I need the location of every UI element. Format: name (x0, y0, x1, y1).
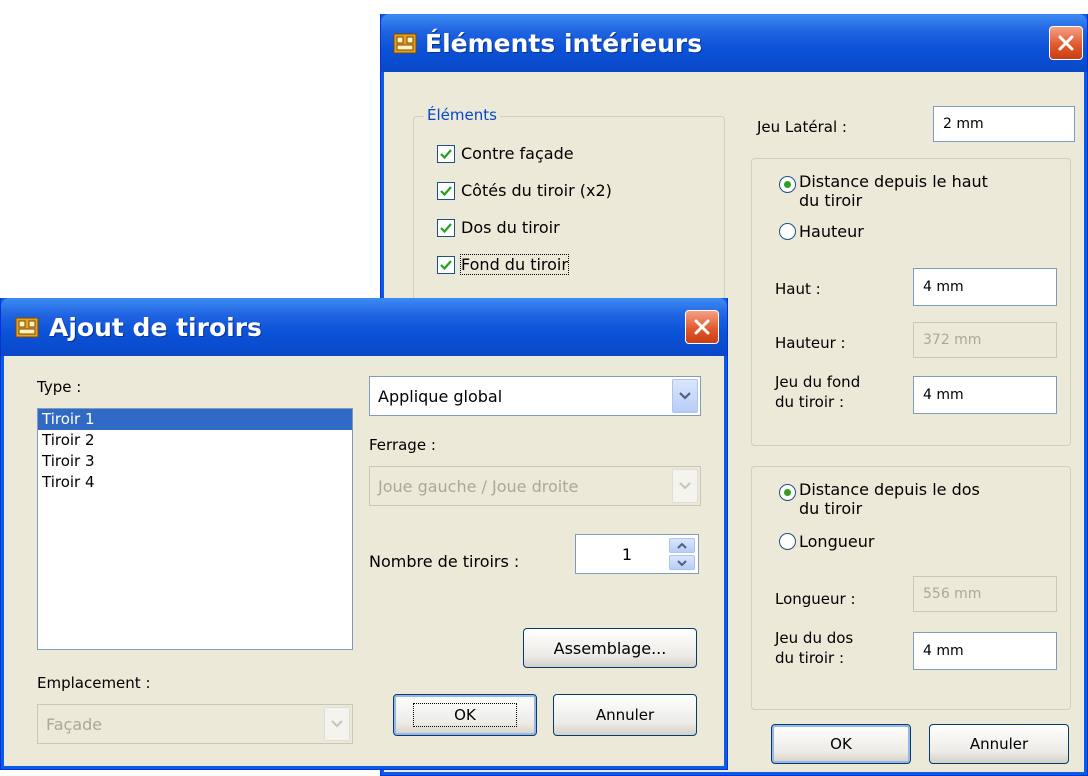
chevron-down-icon (331, 720, 343, 728)
ferrage-dropdown: Joue gauche / Joue droite (369, 466, 701, 506)
radio-label-line2: du tiroir (799, 499, 863, 518)
checkbox-fond-tiroir[interactable]: Fond du tiroir (437, 254, 569, 275)
type-label: Type : (37, 378, 82, 396)
jeu-dos-field[interactable]: 4 mm (913, 632, 1057, 670)
ok-button[interactable]: OK (393, 694, 537, 736)
radio-longueur[interactable]: Longueur (779, 532, 874, 551)
emplacement-value: Façade (46, 714, 103, 734)
checkbox-box[interactable] (437, 255, 455, 274)
checkmark-icon (440, 259, 452, 270)
jeu-dos-label-line2: du tiroir : (775, 649, 845, 667)
list-item[interactable]: Tiroir 3 (38, 451, 352, 472)
jeu-dos-label: Jeu du dos du tiroir : (775, 628, 853, 668)
list-item[interactable]: Tiroir 1 (38, 409, 352, 430)
radio-label: Longueur (799, 532, 875, 551)
ok-button[interactable]: OK (771, 724, 911, 764)
hauteur-field: 372 mm (913, 322, 1057, 358)
applique-value: Applique global (378, 386, 503, 406)
close-button[interactable] (685, 310, 719, 344)
longueur-label: Longueur : (775, 590, 856, 608)
checkbox-label: Dos du tiroir (461, 218, 560, 237)
radio-label: Distance depuis le haut du tiroir (799, 172, 988, 210)
list-item[interactable]: Tiroir 4 (38, 472, 352, 493)
ok-label: OK (413, 703, 517, 727)
nombre-stepper[interactable]: 1 (575, 534, 699, 574)
applique-dropdown[interactable]: Applique global (369, 376, 701, 416)
checkbox-contre-facade[interactable]: Contre façade (437, 144, 574, 163)
assemblage-button[interactable]: Assemblage... (523, 628, 697, 668)
checkmark-icon (440, 185, 452, 196)
radio-circle[interactable] (779, 176, 796, 193)
tiroirs-dialog-titlebar[interactable]: Ajout de tiroirs (1, 298, 727, 356)
radio-label-line1: Distance depuis le haut (799, 172, 988, 191)
radio-circle[interactable] (779, 484, 796, 501)
chevron-up-icon (677, 542, 687, 549)
tiroir-list[interactable]: Tiroir 1 Tiroir 2 Tiroir 3 Tiroir 4 (37, 408, 353, 650)
jeu-fond-label-line2: du tiroir : (775, 393, 845, 411)
cancel-button[interactable]: Annuler (929, 724, 1069, 764)
haut-field[interactable]: 4 mm (913, 268, 1057, 306)
spin-up[interactable] (669, 538, 695, 553)
checkbox-box[interactable] (437, 218, 455, 237)
radio-hauteur[interactable]: Hauteur (779, 222, 864, 241)
ferrage-label: Ferrage : (369, 436, 436, 454)
longueur-field: 556 mm (913, 576, 1057, 612)
hauteur-label: Hauteur : (775, 334, 846, 352)
radio-distance-haut[interactable]: Distance depuis le haut du tiroir (779, 172, 988, 210)
checkbox-box[interactable] (437, 144, 455, 163)
app-icon (393, 33, 417, 54)
chevron-down-icon (677, 559, 687, 566)
elements-dialog-titlebar[interactable]: Éléments intérieurs (381, 14, 1087, 72)
radio-label: Distance depuis le dos du tiroir (799, 480, 980, 518)
elements-dialog-title: Éléments intérieurs (425, 28, 703, 58)
list-item[interactable]: Tiroir 2 (38, 430, 352, 451)
dropdown-arrow (324, 707, 350, 741)
checkbox-cotes-tiroir[interactable]: Côtés du tiroir (x2) (437, 181, 612, 200)
checkbox-label: Contre façade (461, 144, 574, 163)
tiroirs-dialog-client: Type : Tiroir 1 Tiroir 2 Tiroir 3 Tiroir… (5, 356, 723, 765)
checkbox-label: Fond du tiroir (460, 254, 569, 275)
elements-group-title: Éléments (424, 106, 500, 124)
close-button[interactable] (1049, 26, 1083, 60)
checkbox-label: Côtés du tiroir (x2) (461, 181, 612, 200)
jeu-lateral-label: Jeu Latéral : (757, 118, 847, 136)
ajout-tiroirs-dialog: Ajout de tiroirs Type : Tiroir 1 Tiroir … (0, 298, 728, 770)
dropdown-arrow (672, 469, 698, 503)
checkmark-icon (440, 148, 452, 159)
checkbox-box[interactable] (437, 181, 455, 200)
chevron-down-icon (679, 482, 691, 490)
radio-label-line2: du tiroir (799, 191, 863, 210)
haut-label: Haut : (775, 280, 821, 298)
jeu-fond-field[interactable]: 4 mm (913, 376, 1057, 414)
checkbox-dos-tiroir[interactable]: Dos du tiroir (437, 218, 560, 237)
jeu-fond-label-line1: Jeu du fond (775, 373, 861, 391)
ferrage-value: Joue gauche / Joue droite (378, 476, 579, 496)
emplacement-label: Emplacement : (37, 674, 151, 692)
jeu-dos-label-line1: Jeu du dos (775, 629, 854, 647)
dropdown-arrow[interactable] (672, 379, 698, 413)
app-icon (15, 317, 39, 338)
radio-circle[interactable] (779, 223, 796, 240)
jeu-lateral-field[interactable]: 2 mm (933, 106, 1075, 142)
close-icon (694, 319, 710, 335)
chevron-down-icon (679, 392, 691, 400)
emplacement-dropdown: Façade (37, 704, 353, 744)
nombre-label: Nombre de tiroirs : (369, 552, 520, 571)
close-icon (1058, 35, 1074, 51)
radio-distance-dos[interactable]: Distance depuis le dos du tiroir (779, 480, 980, 518)
spin-buttons[interactable] (669, 538, 695, 570)
checkmark-icon (440, 222, 452, 233)
jeu-fond-label: Jeu du fond du tiroir : (775, 372, 860, 412)
radio-circle[interactable] (779, 533, 796, 550)
tiroirs-dialog-title: Ajout de tiroirs (49, 312, 262, 342)
radio-label-line1: Distance depuis le dos (799, 480, 980, 499)
nombre-value: 1 (621, 544, 633, 564)
cancel-button[interactable]: Annuler (553, 694, 697, 736)
spin-down[interactable] (669, 555, 695, 570)
radio-label: Hauteur (799, 222, 864, 241)
